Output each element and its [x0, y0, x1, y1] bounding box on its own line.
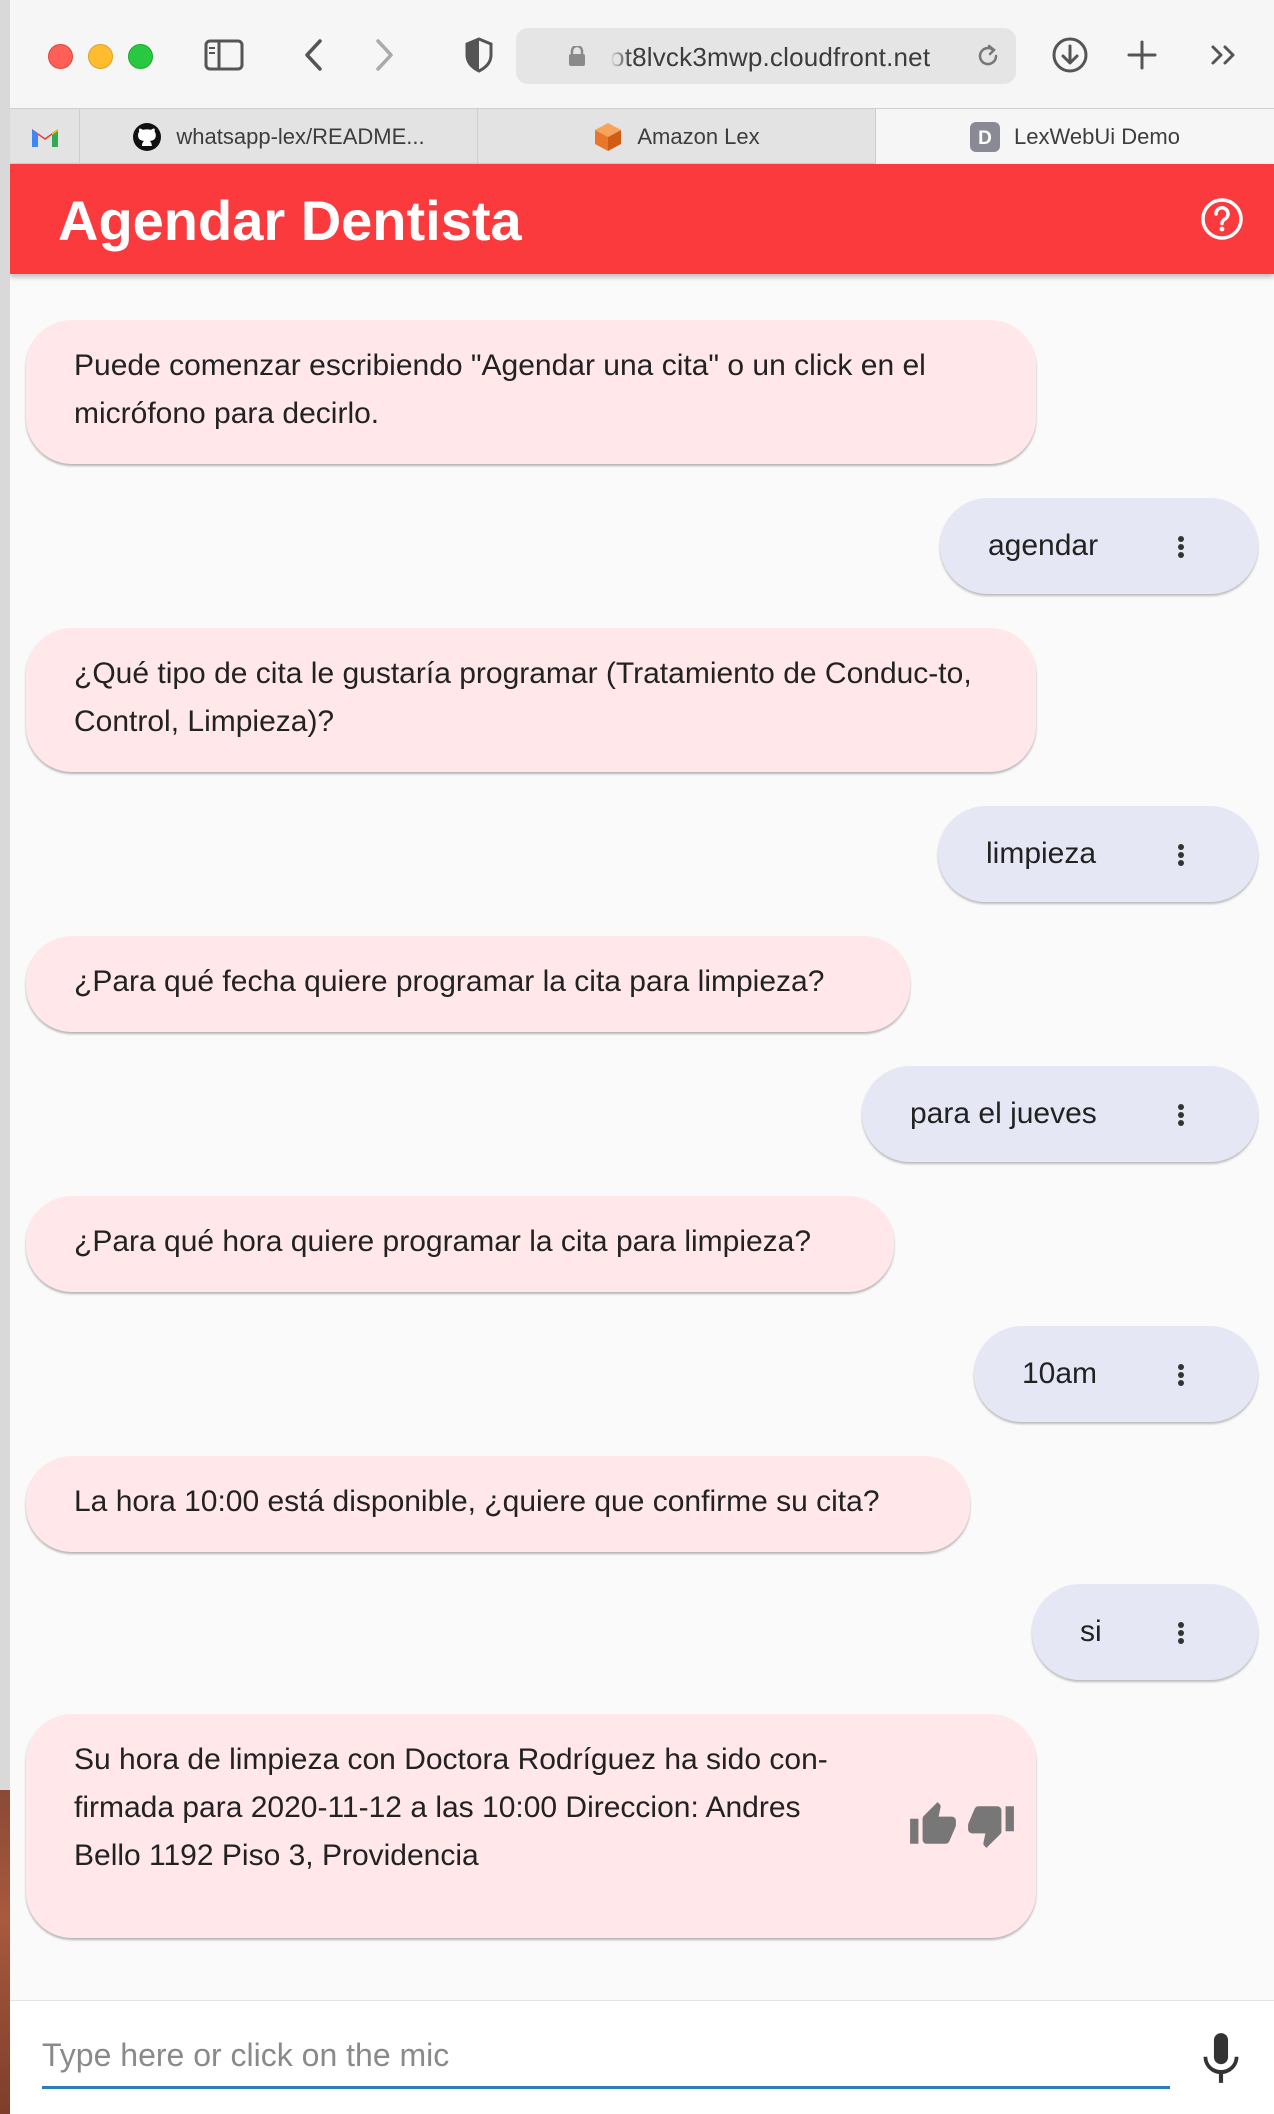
more-vert-icon[interactable] — [1178, 1622, 1186, 1644]
overflow-chevrons-icon[interactable] — [1200, 30, 1248, 80]
more-vert-icon[interactable] — [1178, 536, 1186, 558]
bot-message: Puede comenzar escribiendo "Agendar una … — [26, 320, 1036, 464]
user-message: para el jueves — [862, 1066, 1258, 1162]
message-text: 10am — [1022, 1357, 1098, 1390]
tab-label: Amazon Lex — [637, 123, 760, 149]
help-icon[interactable] — [1200, 197, 1244, 241]
user-message: limpieza — [938, 806, 1258, 902]
reload-icon[interactable] — [974, 42, 1002, 70]
message-input[interactable] — [42, 2025, 1170, 2089]
browser-toolbar: ot8lvck3mwp.cloudfront.net — [10, 0, 1274, 108]
downloads-icon[interactable] — [1046, 30, 1094, 80]
close-window-button[interactable] — [48, 44, 73, 69]
message-text: ¿Qué tipo de cita le gustaría programar … — [74, 657, 972, 738]
bot-message: Su hora de limpieza con Doctora Rodrígue… — [26, 1714, 1036, 1938]
more-vert-icon[interactable] — [1178, 1104, 1186, 1126]
user-message: 10am — [974, 1326, 1258, 1422]
thumbs-down-icon[interactable] — [966, 1800, 1016, 1850]
message-text: Puede comenzar escribiendo "Agendar una … — [74, 349, 926, 430]
more-vert-icon[interactable] — [1178, 1364, 1186, 1386]
bot-message: ¿Para qué hora quiere programar la cita … — [26, 1196, 894, 1292]
microphone-icon[interactable] — [1196, 2031, 1246, 2085]
aws-cube-icon — [593, 122, 623, 152]
tab-bar: whatsapp-lex/README... Amazon Lex D LexW… — [10, 108, 1274, 164]
app-header: Agendar Dentista — [10, 164, 1274, 274]
message-text: Su hora de limpieza con Doctora Rodrígue… — [74, 1743, 828, 1872]
message-text: agendar — [988, 529, 1099, 562]
browser-window: ot8lvck3mwp.cloudfront.net whatsapp-lex/… — [10, 0, 1274, 2114]
tab-label: LexWebUi Demo — [1014, 123, 1180, 149]
lock-icon — [569, 46, 585, 66]
sidebar-toggle-icon[interactable] — [200, 30, 248, 80]
bot-message: La hora 10:00 está disponible, ¿quiere q… — [26, 1456, 970, 1552]
address-bar[interactable]: ot8lvck3mwp.cloudfront.net — [516, 28, 1016, 84]
favicon-letter: D — [978, 128, 992, 149]
zoom-window-button[interactable] — [128, 44, 153, 69]
tab-label: whatsapp-lex/README... — [176, 123, 425, 149]
tab-amazon-lex[interactable]: Amazon Lex — [478, 109, 876, 164]
more-vert-icon[interactable] — [1178, 844, 1186, 866]
desktop-background — [0, 0, 10, 2114]
url-text: ot8lvck3mwp.cloudfront.net — [601, 38, 931, 74]
message-text: ¿Para qué hora quiere programar la cita … — [74, 1225, 812, 1258]
message-text: La hora 10:00 está disponible, ¿quiere q… — [74, 1485, 880, 1518]
message-text: ¿Para qué fecha quiere programar la cita… — [74, 965, 825, 998]
tab-lexwebui-demo[interactable]: D LexWebUi Demo — [876, 109, 1274, 164]
bot-message: ¿Qué tipo de cita le gustaría programar … — [26, 628, 1036, 772]
bot-message: ¿Para qué fecha quiere programar la cita… — [26, 936, 910, 1032]
message-text: limpieza — [986, 837, 1097, 870]
thumbs-up-icon[interactable] — [908, 1800, 958, 1850]
github-icon — [132, 122, 162, 152]
chat-message-list: Puede comenzar escribiendo "Agendar una … — [10, 274, 1274, 2000]
tab-gmail[interactable] — [10, 109, 80, 164]
message-input-bar — [10, 2000, 1274, 2114]
user-message: agendar — [940, 498, 1258, 594]
d-letter-icon: D — [970, 121, 1001, 152]
message-text: para el jueves — [910, 1097, 1097, 1130]
app-title: Agendar Dentista — [58, 189, 522, 252]
new-tab-plus-icon[interactable] — [1118, 30, 1166, 80]
gmail-icon — [30, 122, 60, 152]
user-message: si — [1032, 1584, 1258, 1680]
tab-github-readme[interactable]: whatsapp-lex/README... — [80, 109, 478, 164]
message-text: si — [1080, 1615, 1102, 1648]
forward-arrow-icon[interactable] — [360, 30, 408, 80]
back-arrow-icon[interactable] — [290, 30, 338, 80]
minimize-window-button[interactable] — [88, 44, 113, 69]
desktop-wallpaper — [0, 1790, 10, 2114]
shield-privacy-icon[interactable] — [455, 30, 503, 80]
